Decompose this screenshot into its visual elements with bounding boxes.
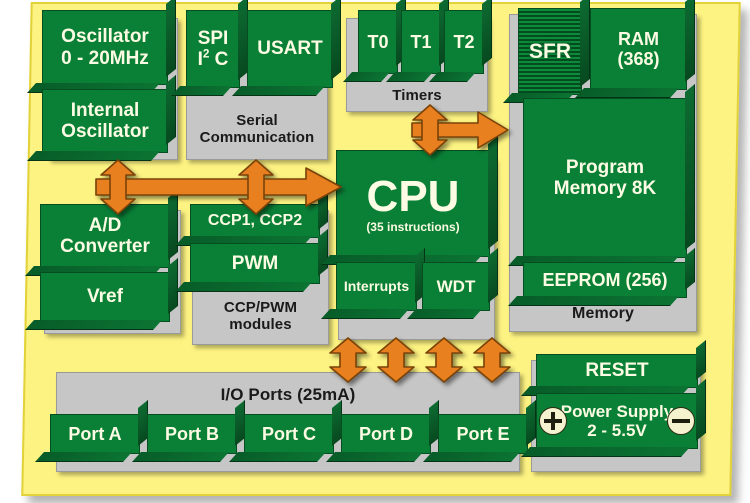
bus-arrow-cpu-io-2 [376,336,416,384]
chip-timer-t0[interactable]: T0 [358,10,398,74]
chip-label-line2: 2 - 5.5V [587,421,647,440]
chip-label-line2: Memory 8K [553,178,657,199]
panel-ccp-pwm-label: CCP/PWM modules [193,299,328,334]
minus-terminal-icon [667,407,695,435]
board-outline: Oscillator 0 - 20MHz Internal Oscillator… [21,2,741,496]
chip-label: EEPROM (256) [542,269,668,290]
chip-port-a[interactable]: Port A [50,414,140,454]
chip-label-i2c: I2 C [197,47,229,70]
chip-pwm[interactable]: PWM [190,243,320,284]
minus-bar-horizontal [672,419,690,423]
chip-oscillator-external[interactable]: Oscillator 0 - 20MHz [42,10,168,85]
chip-timer-t1[interactable]: T1 [401,10,441,74]
chip-label: Port C [262,423,316,444]
chip-label-line1: Oscillator [61,26,149,48]
chip-port-c[interactable]: Port C [244,414,334,454]
chip-interrupts[interactable]: Interrupts [336,262,417,311]
plus-terminal-icon [539,407,567,435]
chip-label: T1 [410,31,432,52]
chip-label: WDT [436,276,476,296]
chip-vref[interactable]: Vref [40,272,170,322]
chip-program-memory[interactable]: Program Memory 8K [523,98,687,258]
chip-wdt[interactable]: WDT [422,262,490,311]
panel-io-ports-label: I/O Ports (25mA) [220,385,356,404]
chip-label-line1: Internal [70,99,140,121]
chip-usart[interactable]: USART [247,10,333,88]
panel-serial-label-line2: Communication [199,129,315,147]
chip-label: Vref [87,286,123,308]
bus-arrow-cpu-io-4 [472,336,512,384]
panel-memory-label: Memory [572,305,634,323]
chip-label-line2: 0 - 20MHz [61,47,149,69]
panel-ccp-pwm-label-line1: CCP/PWM [223,299,298,317]
chip-label: Port E [456,423,510,444]
chip-label: Port D [359,423,413,444]
chip-timer-t2[interactable]: T2 [444,10,484,74]
chip-label-line1: RAM [618,28,659,49]
chip-reset[interactable]: RESET [536,354,698,388]
chip-port-e[interactable]: Port E [438,414,528,454]
chip-port-b[interactable]: Port B [147,414,237,454]
chip-label-spi: SPI [197,27,229,49]
chip-label: USART [257,38,323,60]
chip-port-d[interactable]: Port D [341,414,431,454]
chip-label-line1: Program [565,156,645,178]
chip-ram[interactable]: RAM (368) [590,8,687,90]
chip-label-line1: Power Supply [560,401,674,421]
chip-label-line2: Oscillator [61,121,149,142]
plus-bar-vertical [551,412,555,430]
panel-serial-label-line1: Serial [236,112,278,130]
chip-spi-i2c[interactable]: SPI I2 C [186,10,240,88]
chip-label: CPU [366,172,460,222]
chip-label: Port B [165,423,219,444]
chip-cpu[interactable]: CPU (35 instructions) [336,150,490,257]
chip-label: RESET [585,360,649,382]
panel-serial-label: Serial Communication [187,112,327,147]
chip-label-line2: (368) [617,49,660,69]
chip-label: PWM [231,252,279,274]
chip-oscillator-internal[interactable]: Internal Oscillator [42,89,168,153]
bus-arrow-cpu-io-3 [424,336,464,384]
chip-eeprom[interactable]: EEPROM (256) [523,262,687,298]
bus-arrow-main-horizontal [88,156,353,218]
chip-label: T2 [453,31,475,52]
microcontroller-block-diagram: Oscillator 0 - 20MHz Internal Oscillator… [0,0,750,503]
chip-label: SFR [529,39,571,63]
bus-arrow-timers-cpu [404,102,514,158]
bus-arrow-cpu-io-1 [328,336,368,384]
chip-sublabel: (35 instructions) [366,220,460,235]
panel-ccp-pwm-label-line2: modules [229,316,292,334]
chip-label: Interrupts [343,277,410,294]
chip-label-line2: Converter [60,236,150,257]
chip-sfr[interactable]: SFR [518,8,582,95]
chip-label: Port A [68,423,122,444]
chip-label: T0 [367,31,389,52]
